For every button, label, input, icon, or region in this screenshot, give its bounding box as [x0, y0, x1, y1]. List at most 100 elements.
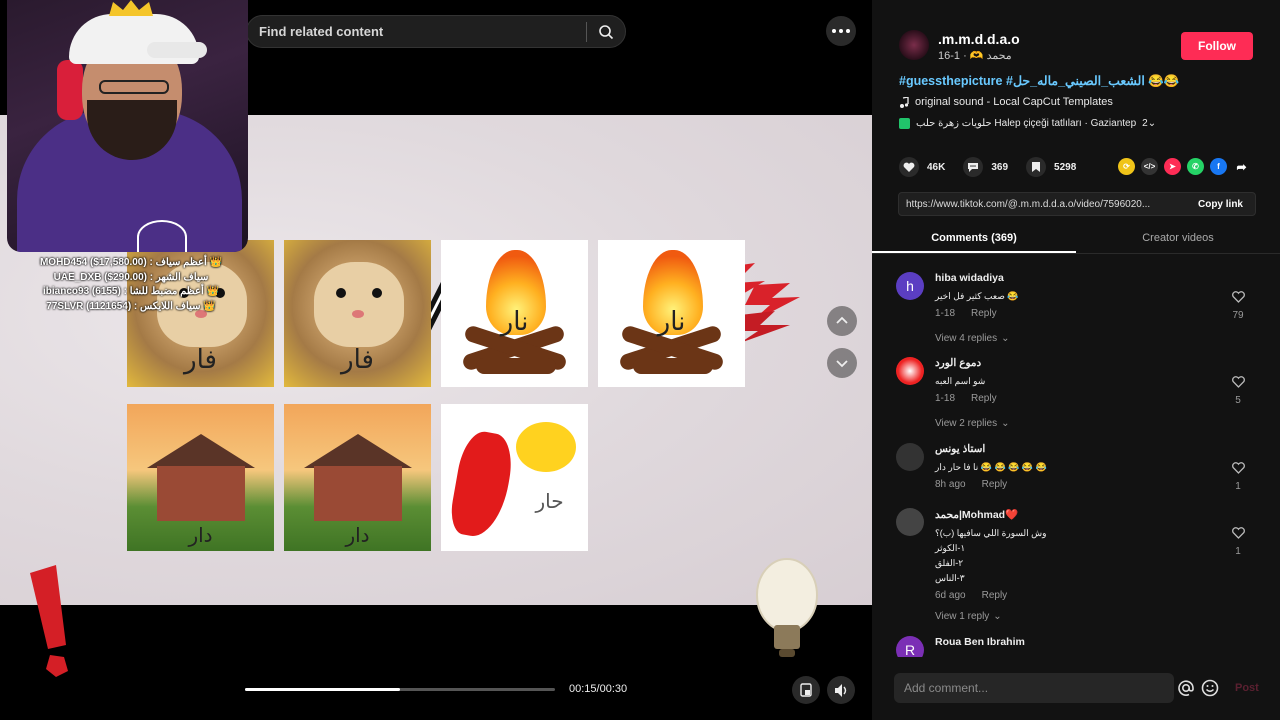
- commenter-name[interactable]: Roua Ben Ibrahim: [935, 636, 1225, 648]
- mascot-logo: [137, 220, 187, 252]
- tile-caption: فار: [341, 345, 374, 375]
- comment-icon: [968, 163, 979, 172]
- copy-link-button[interactable]: Copy link: [1186, 199, 1255, 210]
- commenter-avatar[interactable]: R: [896, 636, 924, 657]
- tab-comments[interactable]: Comments (369): [872, 226, 1076, 253]
- like-action[interactable]: 46K: [899, 157, 945, 177]
- follow-button[interactable]: Follow: [1181, 32, 1253, 60]
- tile-caption: حار: [535, 489, 564, 513]
- comment-list: h hiba widadiya صعب كثير فل اخير 😂 1-18 R…: [872, 262, 1280, 657]
- save-action[interactable]: 5298: [1026, 157, 1076, 177]
- tile-caption: نار: [657, 307, 686, 337]
- comment-input[interactable]: [894, 681, 1174, 695]
- reply-button[interactable]: Reply: [971, 393, 997, 404]
- like-count: 46K: [927, 161, 946, 173]
- comment-like-count: 79: [1232, 310, 1244, 321]
- comment-text: صعب كثير فل اخير 😂: [935, 291, 1019, 301]
- commenter-name[interactable]: دموع الورد: [935, 357, 1225, 369]
- comment-item: استاذ يونس نا فا حار دار 😂 😂 😂 😂 😂 8h ag…: [896, 443, 1266, 498]
- share-link-box: https://www.tiktok.com/@.m.m.d.d.a.o/vid…: [898, 192, 1256, 216]
- chevron-up-icon: [836, 316, 848, 324]
- donation-line: MOHD454 ($17,580.00) : أعظم سياف 👑: [39, 257, 223, 268]
- commenter-name[interactable]: استاذ يونس: [935, 443, 1225, 455]
- comment-line: ٣-الناس: [935, 573, 965, 583]
- comment-text: نا فا حار دار 😂 😂 😂 😂 😂: [935, 462, 1047, 472]
- comment-text: شو اسم العبه: [935, 376, 986, 386]
- author-avatar[interactable]: [899, 30, 929, 60]
- comment-like-count: 1: [1235, 481, 1241, 492]
- sound-line[interactable]: original sound - Local CapCut Templates: [899, 96, 1113, 108]
- repost-icon[interactable]: ⟳: [1118, 158, 1135, 175]
- view-replies-button[interactable]: View 2 replies ⌄: [935, 418, 1225, 429]
- chevron-down-icon: ⌄: [993, 611, 1002, 622]
- comment-line: وش السورة اللي سافيها (ب)؟: [935, 528, 1047, 538]
- send-icon[interactable]: ➤: [1164, 158, 1181, 175]
- emoji-icon[interactable]: [1201, 679, 1219, 697]
- puzzle-tile-pepper: حار: [441, 404, 588, 551]
- comment-like-button[interactable]: 1: [1226, 526, 1250, 557]
- comment-like-button[interactable]: 79: [1226, 290, 1250, 321]
- commenter-name[interactable]: hiba widadiya: [935, 272, 1225, 284]
- speaker-icon: [834, 683, 846, 697]
- location-pin-icon: [899, 118, 910, 129]
- tab-creator-videos[interactable]: Creator videos: [1076, 226, 1280, 253]
- location-more[interactable]: 2⌄: [1142, 118, 1156, 129]
- comment-item: دموع الورد شو اسم العبه 1-18 Reply View 2…: [896, 357, 1266, 432]
- heart-outline-icon: [1231, 376, 1245, 388]
- commenter-avatar[interactable]: [896, 508, 924, 536]
- facebook-icon[interactable]: f: [1210, 158, 1227, 175]
- share-arrow-icon[interactable]: ➦: [1233, 158, 1250, 175]
- location-line[interactable]: حلويات زهرة حلب Halep çiçeği tatlıları ·…: [899, 118, 1156, 129]
- progress-bar[interactable]: [245, 688, 555, 691]
- comment-text: وش السورة اللي سافيها (ب)؟ ١-الكوثر ٢-ال…: [935, 526, 1225, 586]
- reply-button[interactable]: Reply: [982, 479, 1008, 490]
- comment-like-button[interactable]: 5: [1226, 375, 1250, 406]
- action-bar: 46K 369 5298: [899, 156, 1094, 178]
- search-input[interactable]: [247, 24, 586, 39]
- picture-in-picture-button[interactable]: [792, 676, 820, 704]
- heart-icon: [903, 162, 915, 172]
- crown-icon: [109, 0, 153, 16]
- chevron-down-icon: ⌄: [1001, 333, 1010, 344]
- dot-icon: [846, 29, 850, 33]
- previous-video-button[interactable]: [827, 306, 857, 336]
- post-caption[interactable]: #guessthepicture #الشعب_الصيني_ماله_حل 😂…: [899, 73, 1179, 89]
- volume-button[interactable]: [827, 676, 855, 704]
- streamer-webcam: [7, 0, 248, 252]
- post-comment-button[interactable]: Post: [1235, 682, 1259, 694]
- search-button[interactable]: [587, 15, 625, 48]
- reply-button[interactable]: Reply: [982, 590, 1008, 601]
- next-video-button[interactable]: [827, 348, 857, 378]
- progress-fill: [245, 688, 400, 691]
- location-label: حلويات زهرة حلب Halep çiçeği tatlıları ·…: [916, 118, 1137, 129]
- reply-button[interactable]: Reply: [971, 308, 997, 319]
- tile-caption: دار: [188, 523, 213, 547]
- commenter-avatar[interactable]: h: [896, 272, 924, 300]
- author-meta: محمد 🫶 · 1-16: [938, 50, 1012, 62]
- share-link-text[interactable]: https://www.tiktok.com/@.m.m.d.d.a.o/vid…: [899, 199, 1186, 210]
- commenter-name[interactable]: محمد|Mohmad❤️: [935, 508, 1225, 521]
- heart-outline-icon: [1231, 291, 1245, 303]
- view-replies-button[interactable]: View 1 reply ⌄: [935, 611, 1225, 622]
- comment-item: h hiba widadiya صعب كثير فل اخير 😂 1-18 R…: [896, 272, 1266, 347]
- donation-line: 77SLVR (1121654) : سياف اللايكس 👑: [46, 300, 216, 312]
- dot-icon: [832, 29, 836, 33]
- commenter-avatar[interactable]: [896, 443, 924, 471]
- view-replies-button[interactable]: View 4 replies ⌄: [935, 333, 1225, 344]
- puzzle-tile-house: دار: [127, 404, 274, 551]
- mention-icon[interactable]: [1177, 679, 1195, 697]
- author-name[interactable]: .m.m.d.d.a.o: [938, 31, 1020, 47]
- more-options-button[interactable]: [826, 16, 856, 46]
- comment-like-button[interactable]: 1: [1226, 461, 1250, 492]
- share-icons: ⟳ </> ➤ ✆ f ➦: [1118, 158, 1250, 175]
- comment-line: ١-الكوثر: [935, 543, 966, 553]
- puzzle-tile-fire: نار: [441, 240, 588, 387]
- tile-caption: نار: [500, 307, 529, 337]
- commenter-avatar[interactable]: [896, 357, 924, 385]
- embed-icon[interactable]: </>: [1141, 158, 1158, 175]
- search-box: [246, 15, 626, 48]
- whatsapp-icon[interactable]: ✆: [1187, 158, 1204, 175]
- comment-item: محمد|Mohmad❤️ وش السورة اللي سافيها (ب)؟…: [896, 508, 1266, 628]
- chevron-down-icon: [836, 360, 848, 368]
- comment-action[interactable]: 369: [963, 157, 1008, 177]
